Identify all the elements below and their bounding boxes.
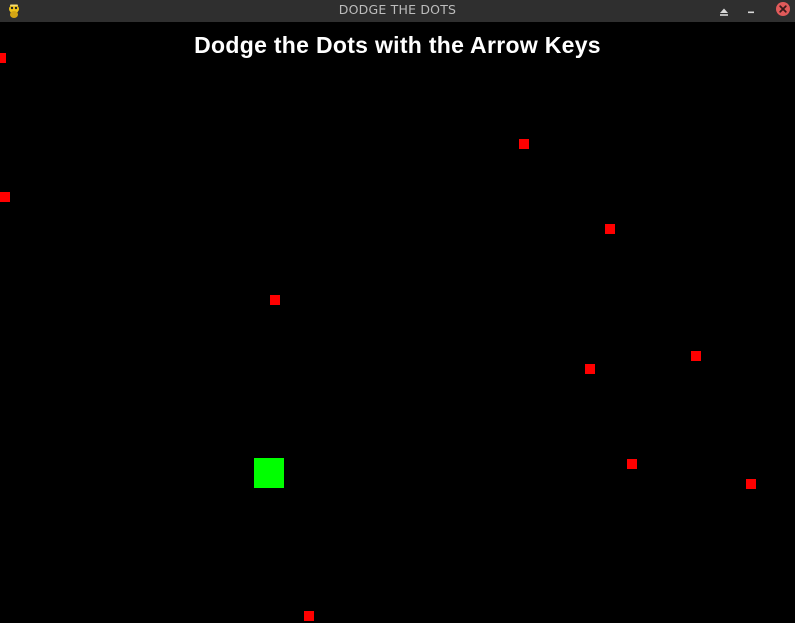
eject-up-triangle-icon — [719, 2, 729, 21]
close-x-circle-icon — [775, 1, 791, 21]
enemy-dot — [746, 479, 756, 489]
game-window: DODGE THE DOTS Dodge the Dots with the A… — [0, 0, 795, 623]
shade-button[interactable] — [714, 1, 734, 21]
window-title: DODGE THE DOTS — [338, 2, 457, 17]
enemy-dot — [0, 53, 6, 63]
game-instructions-title: Dodge the Dots with the Arrow Keys — [194, 32, 601, 58]
enemy-dot — [627, 459, 637, 469]
enemy-dot — [691, 351, 701, 361]
enemy-dot — [605, 224, 615, 234]
enemy-dot — [304, 611, 314, 621]
enemy-dot — [585, 364, 595, 374]
enemy-dot — [270, 295, 280, 305]
enemy-dot — [519, 139, 529, 149]
enemy-dot — [0, 192, 10, 202]
minimize-button[interactable] — [741, 1, 761, 21]
close-button[interactable] — [773, 1, 793, 21]
player-square — [254, 458, 284, 488]
game-canvas[interactable]: Dodge the Dots with the Arrow Keys — [0, 22, 795, 623]
minimize-dash-icon — [746, 2, 756, 21]
window-titlebar[interactable]: DODGE THE DOTS — [0, 0, 795, 22]
